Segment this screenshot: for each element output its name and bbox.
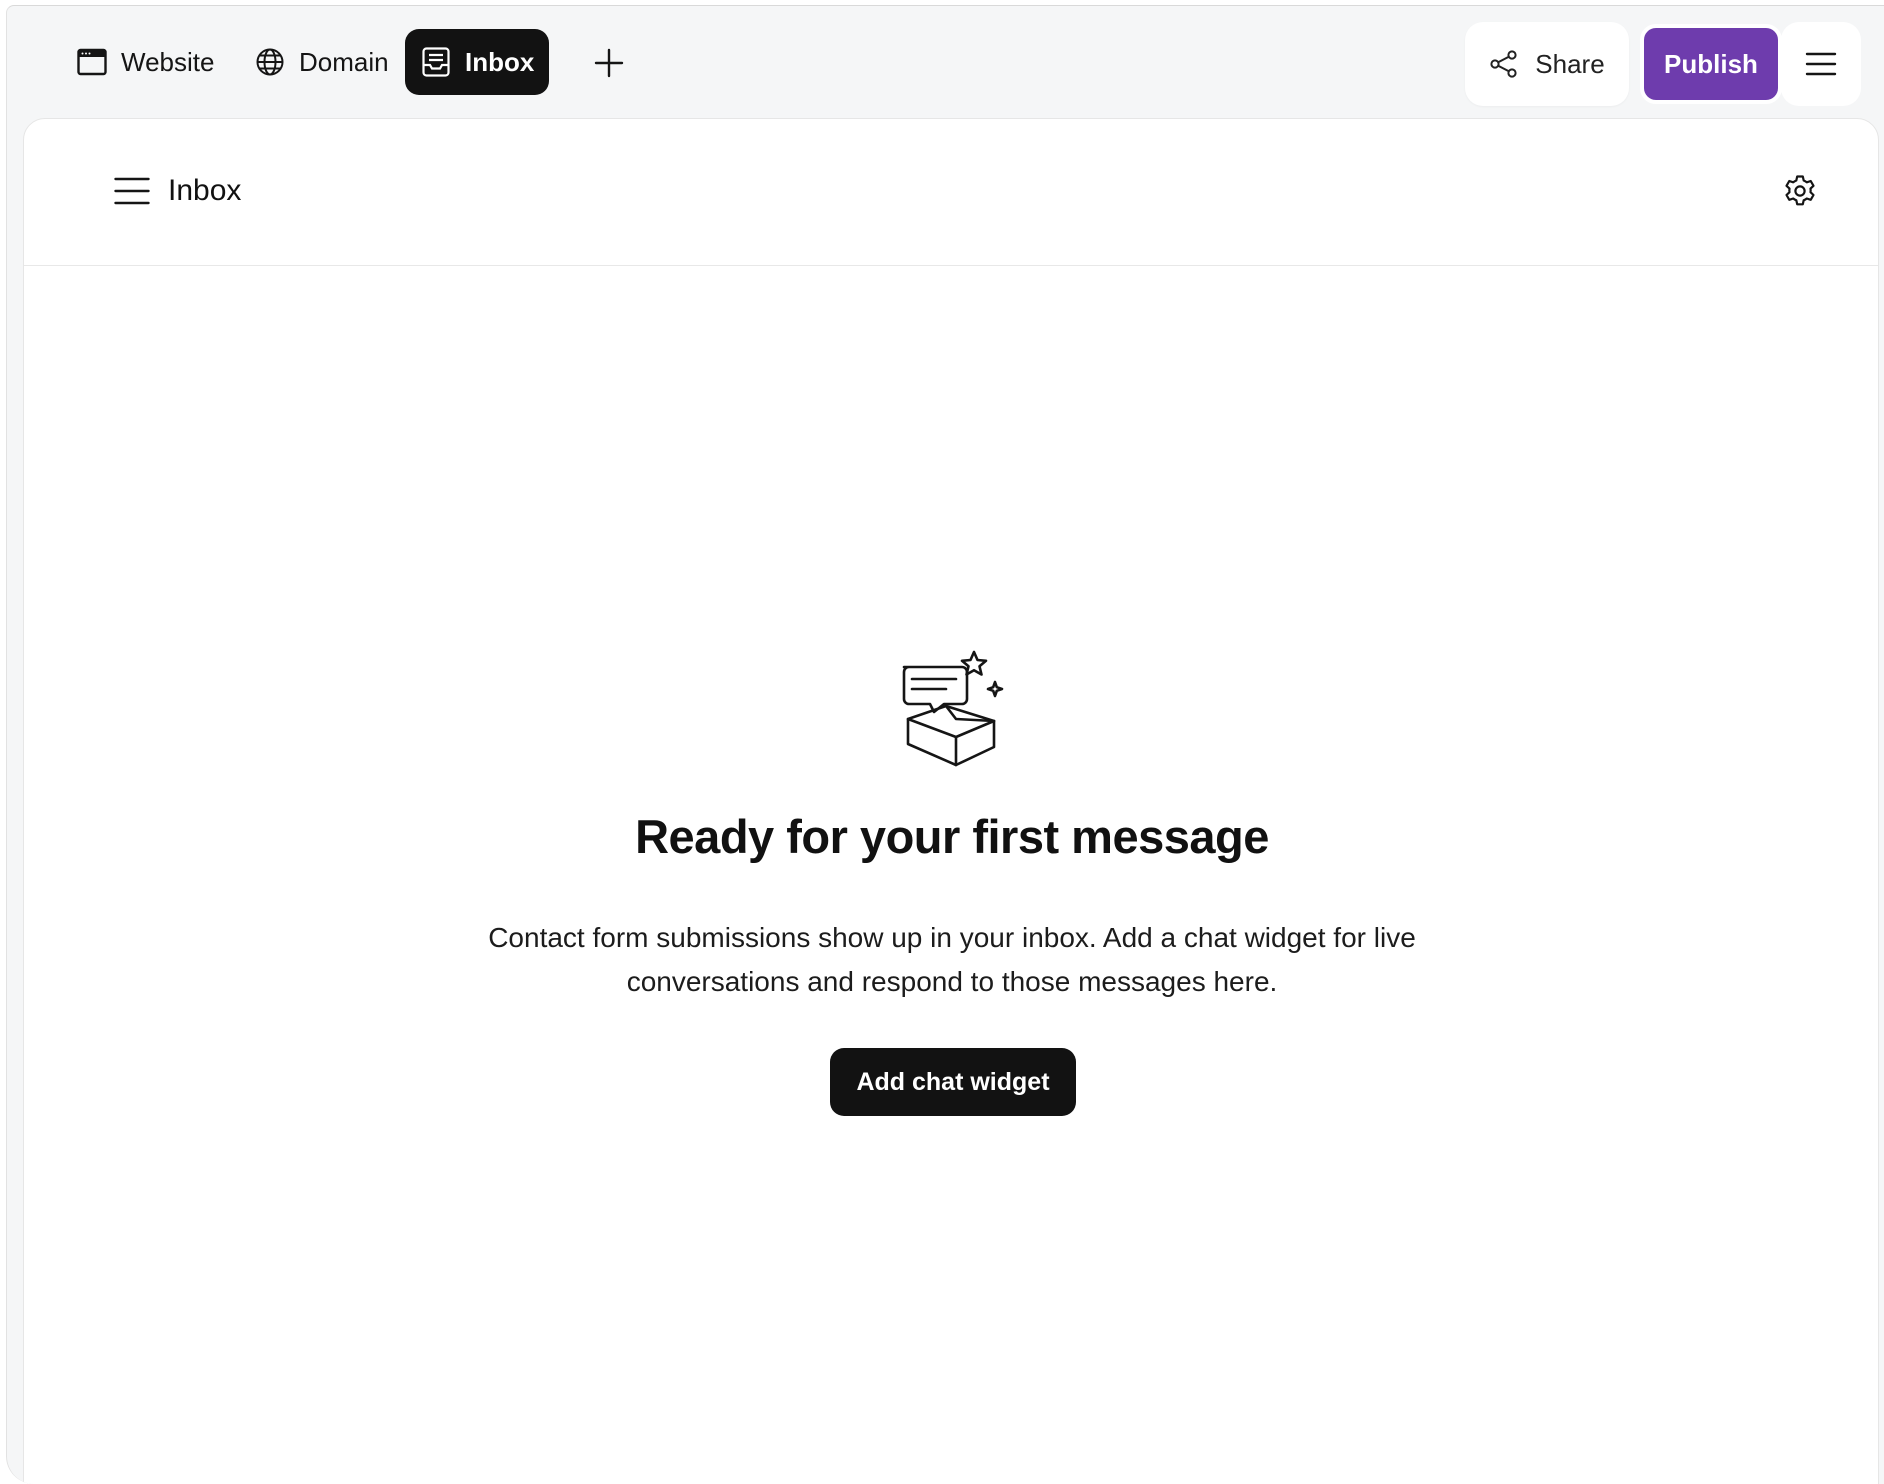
share-icon [1490,50,1517,78]
settings-button[interactable] [1780,171,1820,211]
tab-domain-label: Domain [299,46,389,77]
tab-inbox[interactable]: Inbox [405,29,549,95]
plus-icon [594,48,624,78]
add-tab-button[interactable] [585,39,633,87]
hamburger-menu-icon [114,177,150,205]
app-window: Website Domain Inbox Share Publish Inbox… [6,5,1884,1484]
message-inbox-sparkle-icon [902,650,1004,767]
main-menu-button[interactable] [1781,22,1861,106]
page-title: Inbox [168,174,242,207]
panel-header: Inbox [24,119,1878,266]
share-button[interactable]: Share [1465,22,1629,106]
empty-state-headline: Ready for your first message [635,810,1269,863]
empty-state-description-line: conversations and respond to those messa… [626,966,1278,997]
empty-state-description-line: Contact form submissions show up in your… [488,922,1416,953]
inbox-icon [422,47,450,77]
panel-menu-button[interactable] [112,171,152,211]
inbox-panel: Inbox Ready for your first message Conta… [23,118,1879,1484]
globe-icon [256,48,284,76]
tab-website[interactable]: Website [67,29,224,95]
tab-domain[interactable]: Domain [245,29,399,95]
tab-website-label: Website [121,46,215,77]
add-chat-widget-button[interactable]: Add chat widget [830,1048,1076,1116]
browser-window-icon [77,48,107,76]
gear-icon [1785,175,1815,206]
tab-inbox-label: Inbox [465,46,535,77]
share-label: Share [1535,48,1605,79]
publish-button[interactable]: Publish [1640,24,1782,104]
empty-state-description: Contact form submissions show up in your… [452,916,1452,1004]
top-toolbar: Website Domain Inbox Share Publish [7,6,1884,118]
hamburger-menu-icon [1805,52,1837,76]
